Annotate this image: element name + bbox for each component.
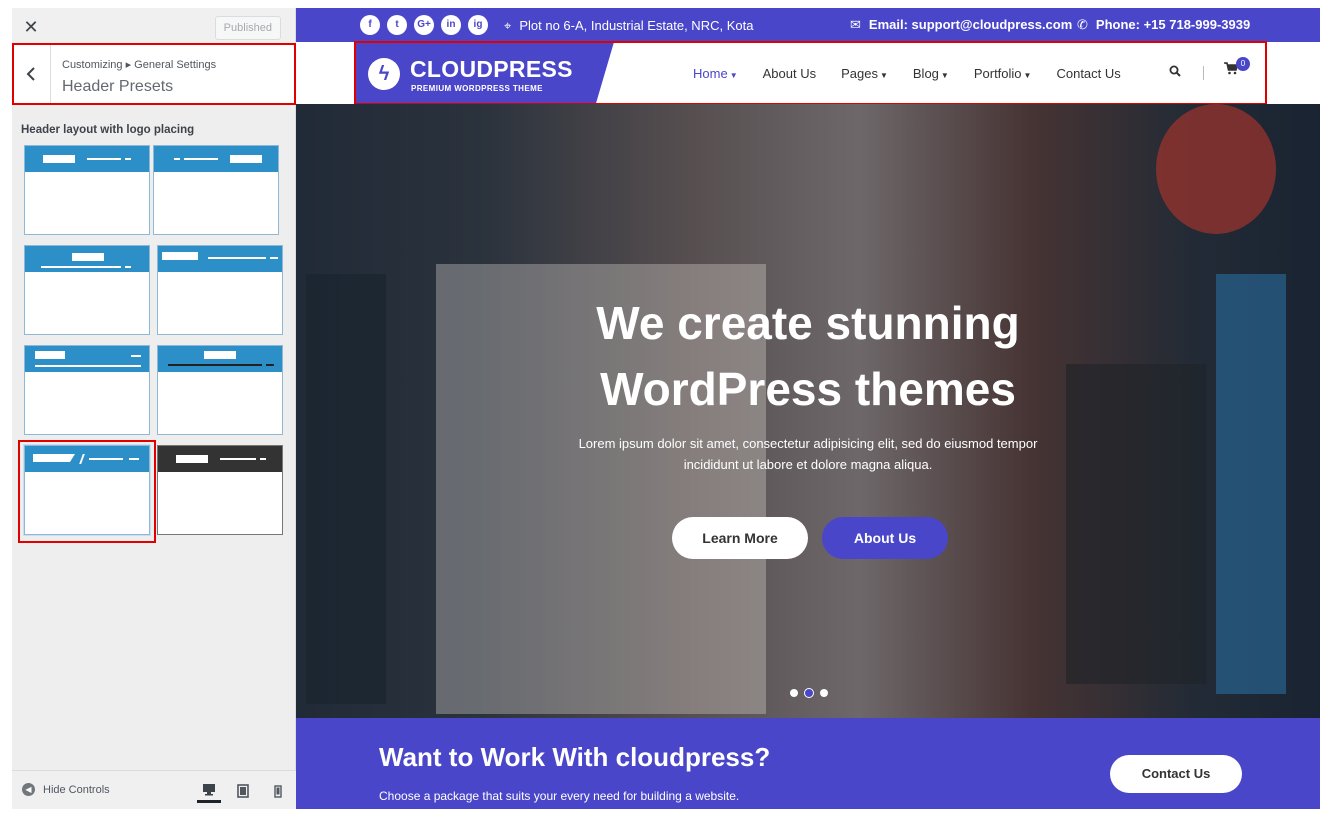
tablet-icon (237, 784, 249, 798)
cta-contact-button[interactable]: Contact Us (1110, 755, 1242, 793)
top-bar: f t G+ in ig ⌖ Plot no 6-A, Industrial Es… (296, 8, 1320, 42)
nav-home-label: Home (693, 65, 728, 81)
address: ⌖ Plot no 6-A, Industrial Estate, NRC, Ko… (504, 18, 753, 34)
cta-subtitle: Choose a package that suits your every n… (379, 789, 740, 803)
nav-portfolio[interactable]: Portfolio ▼ (974, 66, 1032, 81)
bolt-icon: ϟ (368, 58, 400, 90)
header-preset-8[interactable] (157, 445, 283, 535)
device-desktop-button[interactable] (197, 779, 221, 803)
header-preset-1[interactable] (24, 145, 150, 235)
about-us-button[interactable]: About Us (822, 517, 948, 559)
chevron-left-icon (26, 67, 35, 81)
site-header: ϟ CLOUDPRESS PREMIUM WORDPRESS THEME Hom… (296, 42, 1320, 104)
customizer-header: ✕ Published (12, 8, 295, 47)
site-logo[interactable]: ϟ CLOUDPRESS PREMIUM WORDPRESS THEME (354, 42, 614, 104)
cta-section: Want to Work With cloudpress? Choose a p… (296, 718, 1320, 809)
device-tablet-button[interactable] (231, 779, 255, 803)
slider-dots (790, 688, 828, 698)
nav-pages[interactable]: Pages ▼ (841, 66, 888, 81)
twitter-icon[interactable]: t (387, 15, 407, 35)
breadcrumb: Customizing ▸ General Settings (62, 59, 217, 71)
nav-portfolio-label: Portfolio (973, 65, 1022, 81)
facebook-icon[interactable]: f (360, 15, 380, 35)
caret-down-icon: ▼ (879, 70, 888, 80)
nav-blog[interactable]: Blog ▼ (913, 66, 949, 81)
phone-icon: ✆ (1077, 17, 1088, 32)
google-plus-icon[interactable]: G+ (414, 15, 434, 35)
mobile-icon (274, 784, 282, 798)
phone-text: Phone: +15 718-999-3939 (1095, 17, 1251, 32)
nav-home[interactable]: Home ▼ (693, 66, 738, 81)
logo-tagline: PREMIUM WORDPRESS THEME (411, 84, 543, 93)
map-marker-icon: ⌖ (504, 18, 512, 33)
hero-title: We create stunning WordPress themes (296, 290, 1320, 422)
email[interactable]: ✉ Email: support@cloudpress.com (850, 17, 1072, 33)
nav-blog-label: Blog (912, 65, 939, 81)
logo-name: CLOUDPRESS (410, 56, 573, 82)
hide-controls-label: Hide Controls (43, 783, 110, 796)
slide-dot-2[interactable] (804, 688, 814, 698)
header-preset-5[interactable] (24, 345, 150, 435)
learn-more-button[interactable]: Learn More (672, 517, 808, 559)
main-nav: Home ▼ About Us Pages ▼ Blog ▼ Portfolio ▼ C… (693, 42, 1146, 104)
envelope-icon: ✉ (850, 17, 861, 32)
caret-down-icon: ▼ (1023, 70, 1032, 80)
header-preset-3[interactable] (24, 245, 150, 335)
hero-title-line-1: We create stunning (596, 297, 1020, 349)
caret-down-icon: ▼ (940, 70, 949, 80)
customizer-footer: ◀ Hide Controls (12, 770, 296, 809)
nav-pages-label: Pages (841, 65, 878, 81)
slide-dot-3[interactable] (820, 689, 828, 697)
hero-slider: We create stunning WordPress themes Lore… (296, 104, 1320, 718)
email-text: Email: support@cloudpress.com (868, 17, 1073, 32)
caret-down-icon: ▼ (729, 70, 738, 80)
social-links: f t G+ in ig (360, 15, 488, 35)
header-preset-4[interactable] (157, 245, 283, 335)
desktop-icon (203, 784, 215, 796)
nav-divider (1203, 66, 1204, 80)
cart-count-badge: 0 (1236, 57, 1250, 71)
slide-dot-1[interactable] (790, 689, 798, 697)
hide-controls-button[interactable]: ◀ Hide Controls (22, 783, 110, 796)
hero-title-line-2: WordPress themes (600, 363, 1016, 415)
device-mobile-button[interactable] (266, 779, 290, 803)
header-preset-2[interactable] (153, 145, 279, 235)
back-button[interactable] (12, 44, 51, 104)
section-title: Header Presets (62, 78, 174, 95)
phone[interactable]: ✆ Phone: +15 718-999-3939 (1077, 17, 1250, 33)
linkedin-icon[interactable]: in (441, 15, 461, 35)
header-preset-7[interactable] (23, 444, 151, 536)
customizer-panel: ✕ Published Customizing ▸ General Settin… (12, 8, 296, 809)
section-header: Customizing ▸ General Settings Header Pr… (12, 44, 296, 104)
close-icon[interactable]: ✕ (12, 8, 50, 46)
search-icon[interactable] (1169, 65, 1181, 80)
instagram-icon[interactable]: ig (468, 15, 488, 35)
hero-subtitle: Lorem ipsum dolor sit amet, consectetur … (578, 436, 1038, 472)
address-text: Plot no 6-A, Industrial Estate, NRC, Kot… (519, 18, 754, 33)
hero-background-shape (1156, 104, 1276, 234)
nav-contact-us[interactable]: Contact Us (1056, 66, 1120, 81)
publish-button[interactable]: Published (214, 16, 281, 40)
site-preview: f t G+ in ig ⌖ Plot no 6-A, Industrial Es… (296, 8, 1320, 809)
preset-group-label: Header layout with logo placing (21, 124, 195, 136)
nav-about-us[interactable]: About Us (763, 66, 816, 81)
collapse-icon: ◀ (22, 783, 35, 796)
header-preset-6[interactable] (157, 345, 283, 435)
cta-title: Want to Work With cloudpress? (379, 742, 771, 772)
